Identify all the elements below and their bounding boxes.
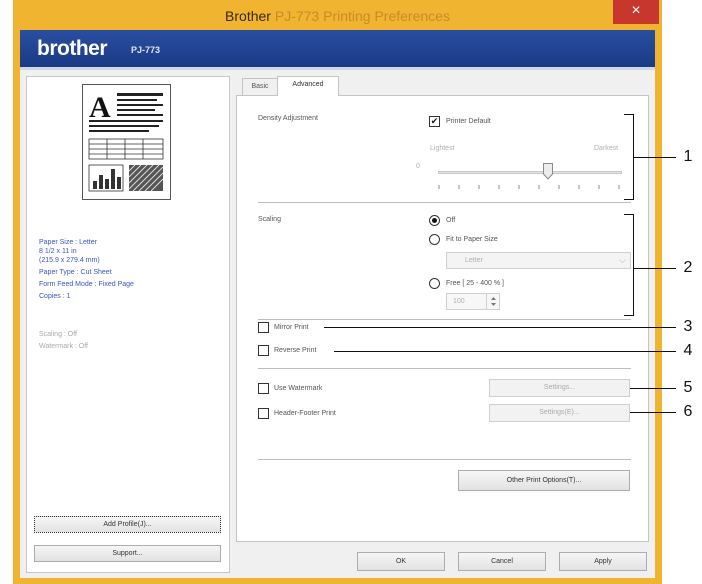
fit-to-paper-radio[interactable] [429,234,440,245]
window-title-app: Brother [225,8,271,24]
add-profile-button[interactable]: Add Profile(J)... [34,516,221,533]
page-preview-icon: A [82,84,171,200]
tab-advanced[interactable]: Advanced [277,76,339,96]
callout-line [634,268,676,269]
cancel-button[interactable]: Cancel [458,552,546,571]
paper-type-info: Paper Type : Cut Sheet [39,269,112,276]
scaling-label: Scaling [258,216,281,223]
close-button[interactable]: × [613,0,659,24]
support-button[interactable]: Support... [34,545,221,562]
density-slider-ticks [438,183,622,189]
separator [258,459,631,460]
callout-line [634,157,676,158]
ok-button[interactable]: OK [357,552,445,571]
separator [258,368,631,369]
brother-logo: brother [37,37,108,60]
reverse-print-checkbox[interactable] [258,345,269,356]
fit-to-paper-label: Fit to Paper Size [446,236,498,243]
separator [258,319,631,320]
spin-buttons[interactable] [486,294,499,309]
tab-basic[interactable]: Basic [242,78,278,96]
printer-default-checkbox[interactable]: ✔ [429,116,440,127]
callout-number: 2 [683,259,693,276]
header-footer-settings-button[interactable]: Settings(E)... [489,404,630,422]
watermark-info: Watermark : Off [39,343,89,350]
density-label: Density Adjustment [258,115,318,122]
active-tab-joint [278,95,338,97]
paper-dims-mm: (215.9 x 279.4 mm) [39,257,100,264]
callout-number: 6 [683,403,693,420]
form-feed-info: Form Feed Mode : Fixed Page [39,281,134,288]
paper-size-select[interactable]: Letter ⌵ [446,252,631,269]
callout-line [324,327,676,328]
callout-bracket [624,114,634,200]
callout-number: 3 [683,318,693,335]
density-slider-track[interactable] [438,171,622,174]
watermark-settings-button[interactable]: Settings... [489,379,630,397]
window-title-rest: PJ-773 Printing Preferences [274,8,450,24]
scaling-info: Scaling : Off [39,331,78,338]
reverse-print-label: Reverse Print [274,347,317,354]
density-value: 0 [416,163,420,170]
free-scaling-spinbox[interactable]: 100 [446,293,500,310]
scaling-off-label: Off [446,217,456,224]
density-slider-thumb[interactable] [543,163,554,180]
use-watermark-checkbox[interactable] [258,383,269,394]
free-scaling-radio[interactable] [429,278,440,289]
apply-button[interactable]: Apply [559,552,647,571]
other-print-options-button[interactable]: Other Print Options(T)... [458,470,630,491]
copies-info: Copies : 1 [39,293,71,300]
callout-line [630,412,676,413]
scaling-off-radio[interactable] [429,215,440,226]
callout-line [334,351,676,352]
callout-number: 5 [683,379,693,396]
lightest-label: Lightest [430,145,455,152]
free-scaling-label: Free [ 25 - 400 % ] [446,280,504,287]
paper-size-select-value: Letter [465,257,483,264]
model-name: PJ-773 [131,45,161,55]
brand-banner [20,30,655,70]
printer-default-label: Printer Default [446,118,491,125]
mirror-print-checkbox[interactable] [258,322,269,333]
use-watermark-label: Use Watermark [274,385,323,392]
header-footer-checkbox[interactable] [258,408,269,419]
paper-size-info: Paper Size : Letter [39,239,97,246]
window-title: Brother PJ-773 Printing Preferences [13,8,662,24]
callout-line [630,388,676,389]
callout-bracket [624,214,634,316]
callout-number: 1 [683,148,693,165]
darkest-label: Darkest [594,145,619,152]
header-footer-label: Header-Footer Print [274,410,336,417]
free-scaling-value: 100 [453,298,465,305]
paper-dims-in: 8 1/2 x 11 in [39,248,77,255]
callout-number: 4 [683,342,693,359]
svg-text:A: A [89,91,111,124]
mirror-print-label: Mirror Print [274,324,309,331]
separator [258,202,631,203]
